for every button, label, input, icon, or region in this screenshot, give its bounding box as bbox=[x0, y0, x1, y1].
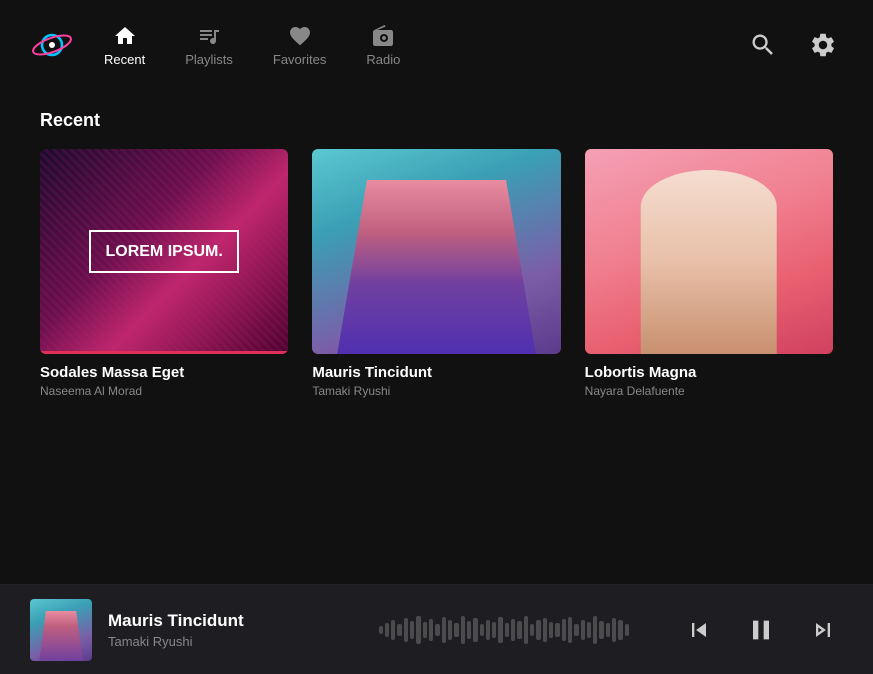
heart-icon bbox=[288, 24, 312, 48]
nav-label-recent: Recent bbox=[104, 52, 145, 67]
player-bar: Mauris Tincidunt Tamaki Ryushi bbox=[0, 584, 873, 674]
card-artwork-1: LOREM IPSUM. bbox=[40, 149, 288, 354]
lorem-box: LOREM IPSUM. bbox=[89, 230, 238, 273]
card-artwork-3 bbox=[585, 149, 833, 354]
card-title-2: Mauris Tincidunt bbox=[312, 364, 560, 381]
search-icon bbox=[749, 31, 777, 59]
nav-label-playlists: Playlists bbox=[185, 52, 233, 67]
card-lobortis[interactable]: Lobortis Magna Nayara Delafuente bbox=[585, 149, 833, 398]
player-track-title: Mauris Tincidunt bbox=[108, 611, 359, 631]
card-artist-2: Tamaki Ryushi bbox=[312, 384, 560, 398]
pause-icon bbox=[745, 614, 777, 646]
nav-label-favorites: Favorites bbox=[273, 52, 326, 67]
nav-actions bbox=[743, 25, 843, 65]
playlist-icon bbox=[197, 24, 221, 48]
player-thumbnail bbox=[30, 599, 92, 661]
nav-item-recent[interactable]: Recent bbox=[104, 24, 145, 67]
player-waveform bbox=[359, 610, 650, 650]
home-icon bbox=[113, 24, 137, 48]
radio-icon bbox=[371, 24, 395, 48]
navbar: Recent Playlists Favorites Radio bbox=[0, 0, 873, 90]
nav-item-radio[interactable]: Radio bbox=[366, 24, 400, 67]
card-title-1: Sodales Massa Eget bbox=[40, 364, 288, 381]
card-image-2 bbox=[312, 149, 560, 354]
skip-next-icon bbox=[809, 616, 837, 644]
search-button[interactable] bbox=[743, 25, 783, 65]
skip-prev-icon bbox=[685, 616, 713, 644]
player-controls bbox=[649, 608, 843, 652]
next-button[interactable] bbox=[803, 610, 843, 650]
card-image-1: LOREM IPSUM. bbox=[40, 149, 288, 354]
card-image-3 bbox=[585, 149, 833, 354]
nav-label-radio: Radio bbox=[366, 52, 400, 67]
main-content: Recent LOREM IPSUM. Sodales Massa Eget N… bbox=[0, 90, 873, 584]
card-title-3: Lobortis Magna bbox=[585, 364, 833, 381]
nav-items: Recent Playlists Favorites Radio bbox=[104, 24, 743, 67]
card-artist-3: Nayara Delafuente bbox=[585, 384, 833, 398]
cards-row: LOREM IPSUM. Sodales Massa Eget Naseema … bbox=[40, 149, 833, 398]
player-info: Mauris Tincidunt Tamaki Ryushi bbox=[108, 611, 359, 649]
card-sodales[interactable]: LOREM IPSUM. Sodales Massa Eget Naseema … bbox=[40, 149, 288, 398]
prev-button[interactable] bbox=[679, 610, 719, 650]
lorem-text: LOREM IPSUM. bbox=[105, 242, 222, 261]
app-logo bbox=[30, 23, 74, 67]
nav-item-playlists[interactable]: Playlists bbox=[185, 24, 233, 67]
nav-item-favorites[interactable]: Favorites bbox=[273, 24, 326, 67]
section-title: Recent bbox=[40, 110, 833, 131]
play-pause-button[interactable] bbox=[739, 608, 783, 652]
player-track-artist: Tamaki Ryushi bbox=[108, 634, 359, 649]
settings-button[interactable] bbox=[803, 25, 843, 65]
card-artwork-2 bbox=[312, 149, 560, 354]
gear-icon bbox=[809, 31, 837, 59]
card-mauris[interactable]: Mauris Tincidunt Tamaki Ryushi bbox=[312, 149, 560, 398]
card-artist-1: Naseema Al Morad bbox=[40, 384, 288, 398]
